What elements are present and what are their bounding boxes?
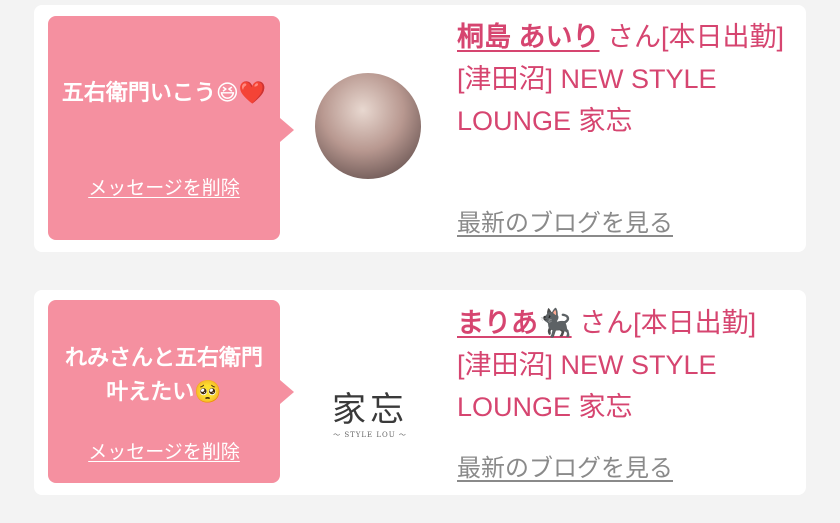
logo-subtext: ～ STYLE LOU ～ [333,431,407,439]
honorific: さん [607,22,662,52]
delete-message-link[interactable]: メッセージを削除 [48,173,280,200]
message-card: れみさんと五右衛門叶えたい🥺 メッセージを削除 家忘 ～ STYLE LOU ～… [34,290,806,495]
honorific: さん [579,308,634,338]
shop-name: [津田沼] NEW STYLE LOUNGE 家忘 [457,64,717,136]
delete-message-link[interactable]: メッセージを削除 [48,437,280,464]
message-bubble: 五右衛門いこう😆❤️ メッセージを削除 [48,16,294,240]
cast-info: まりあ🐈‍⬛ さん[本日出勤] [津田沼] NEW STYLE LOUNGE 家… [457,302,797,428]
blog-link[interactable]: 最新のブログを見る [457,448,673,483]
message-bubble: れみさんと五右衛門叶えたい🥺 メッセージを削除 [48,300,294,483]
cast-name-link[interactable]: 桐島 あいり [457,22,600,52]
avatar[interactable] [315,73,421,179]
message-text: 五右衛門いこう😆❤️ [61,81,267,106]
blog-link[interactable]: 最新のブログを見る [457,203,673,238]
cast-name-link[interactable]: まりあ🐈‍⬛ [457,308,572,338]
cast-info: 桐島 あいり さん[本日出勤] [津田沼] NEW STYLE LOUNGE 家… [457,16,797,142]
shop-logo[interactable]: 家忘 ～ STYLE LOU ～ [320,390,420,450]
status-text: [本日出勤] [661,22,785,52]
logo-text: 家忘 [332,390,408,430]
shop-name: [津田沼] NEW STYLE LOUNGE 家忘 [457,350,717,422]
status-text: [本日出勤] [633,308,757,338]
message-card: 五右衛門いこう😆❤️ メッセージを削除 桐島 あいり さん[本日出勤] [津田沼… [34,5,806,252]
message-text: れみさんと五右衛門叶えたい🥺 [64,346,263,406]
